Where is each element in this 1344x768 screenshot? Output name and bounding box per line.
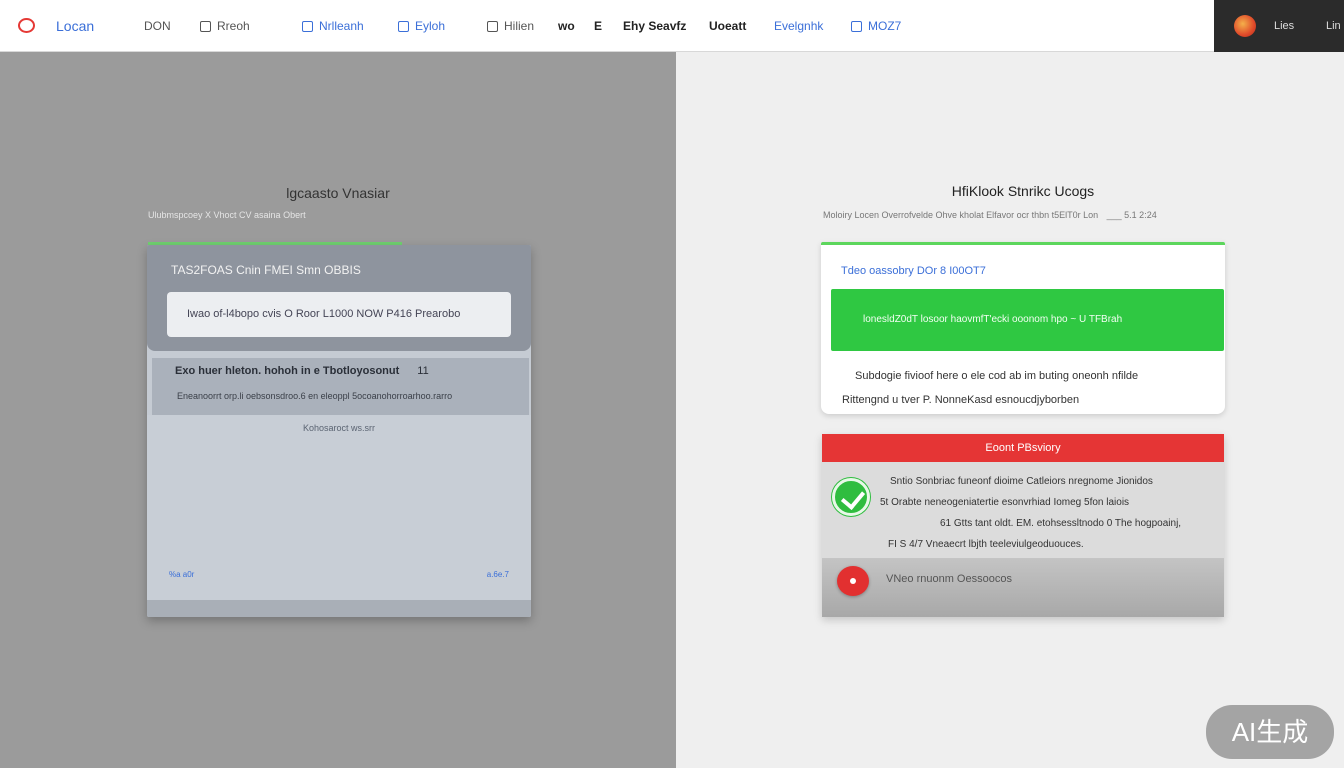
right-card-line-1: Subdogie fivioof here o ele cod ab im bu… [855,370,1139,382]
alert-body: Sntio Sonbriac funeonf dioime Catleiors … [822,462,1224,558]
right-card-title: Tdeo oassobry DOr 8 I00OT7 [841,265,986,277]
table-icon [487,20,498,32]
ring-logo-icon[interactable] [18,18,35,33]
user-name: Lies [1274,20,1295,32]
nav-item-e[interactable]: E [594,19,602,33]
grid-icon [398,20,409,32]
avatar[interactable] [1234,15,1256,37]
left-card-bottom-strip [147,600,531,617]
left-pane: lgcaasto Vnasiar Ulubmspcoey X Vhoct CV … [0,52,676,768]
user-menu[interactable]: Lies Lin [1214,0,1344,52]
nav-item-wo[interactable]: wo [558,19,575,33]
top-nav-bar: Locan DON Rreoh Nrlleanh Eyloh Hilien wo… [0,0,1344,52]
nav-item-rreoh[interactable]: Rreoh [200,19,250,33]
left-card-input[interactable]: Iwao of-l4bopo cvis O Roor L1000 NOW P41… [167,292,511,337]
list-item-subtitle: Eneanoorrt orp.li oebsonsdroo.6 en eleop… [177,391,453,401]
list-item[interactable]: Exo huer hleton. hohoh in e Tbotloyosonu… [152,358,529,415]
alert-footer[interactable]: VNeo rnuonm Oessoocos [822,558,1224,617]
nav-item-nrlleanh[interactable]: Nrlleanh [302,19,364,33]
alert-line-2: 5t Orabte neneogeniatertie esonvrhiad Io… [880,497,1130,508]
list-item-title: Exo huer hleton. hohoh in e Tbotloyosonu… [175,365,429,377]
bookmark-icon [302,20,313,32]
user-extra-label: Lin [1326,20,1341,32]
ai-generated-watermark: AI生成 [1206,705,1334,759]
right-pane-subtitle-extra: ___ 5.1 2:24 [1106,210,1157,220]
record-dot-icon[interactable] [837,566,869,596]
left-card: TAS2FOAS Cnin FMEI Smn OBBIS Iwao of-l4b… [147,245,531,617]
nav-item-eyloh[interactable]: Eyloh [398,19,445,33]
left-card-center-text: Kohosaroct ws.srr [302,423,376,433]
left-card-header: TAS2FOAS Cnin FMEI Smn OBBIS Iwao of-l4b… [147,245,531,351]
nav-item-ehy-seavfz[interactable]: Ehy Seavfz [623,19,686,33]
nav-item-don[interactable]: DON [144,19,171,33]
alert-panel: Eoont PBsviory Sntio Sonbriac funeonf di… [822,434,1224,617]
count-badge: 11 [417,365,429,377]
right-card-line-2: Rittengnd u tver P. NonneKasd esnoucdjyb… [842,394,1080,406]
right-pane-subtitle: Moloiry Locen Overrofvelde Ohve kholat E… [823,210,1157,220]
success-banner[interactable]: lonesldZ0dT losoor haovmfT'ecki ooonom h… [831,289,1224,351]
left-card-body: Kohosaroct ws.srr %a a0r a.6e.7 [147,415,531,600]
right-pane: HfiKlook Stnrikc Ucogs Moloiry Locen Ove… [676,52,1344,768]
nav-item-uoeatt[interactable]: Uoeatt [709,19,746,33]
right-card: Tdeo oassobry DOr 8 I00OT7 lonesldZ0dT l… [821,242,1225,414]
left-card-footer-link-right[interactable]: a.6e.7 [487,570,509,579]
right-pane-title: HfiKlook Stnrikc Ucogs [951,183,1095,199]
plus-icon [851,20,862,32]
app-logo-text[interactable]: Locan [56,18,94,34]
nav-item-hilien[interactable]: Hilien [487,19,534,33]
left-pane-title: lgcaasto Vnasiar [286,185,390,201]
check-circle-icon [832,478,870,516]
alert-header: Eoont PBsviory [822,434,1224,462]
alert-line-1: Sntio Sonbriac funeonf dioime Catleiors … [890,476,1153,487]
left-card-title: TAS2FOAS Cnin FMEI Smn OBBIS [171,263,361,277]
left-card-footer-link-left[interactable]: %a a0r [169,570,194,579]
nav-item-moz7[interactable]: MOZ7 [851,19,901,33]
alert-line-4: FI S 4/7 Vneaecrt lbjth teeleviulgeoduou… [888,539,1084,550]
doc-icon [200,20,211,32]
alert-footer-text: VNeo rnuonm Oessoocos [886,573,1012,585]
alert-line-3: 61 Gtts tant oldt. EM. etohsessltnodo 0 … [940,518,1182,529]
left-pane-subtitle: Ulubmspcoey X Vhoct CV asaina Obert [148,210,306,220]
nav-item-evelgnhk[interactable]: Evelgnhk [774,19,823,33]
